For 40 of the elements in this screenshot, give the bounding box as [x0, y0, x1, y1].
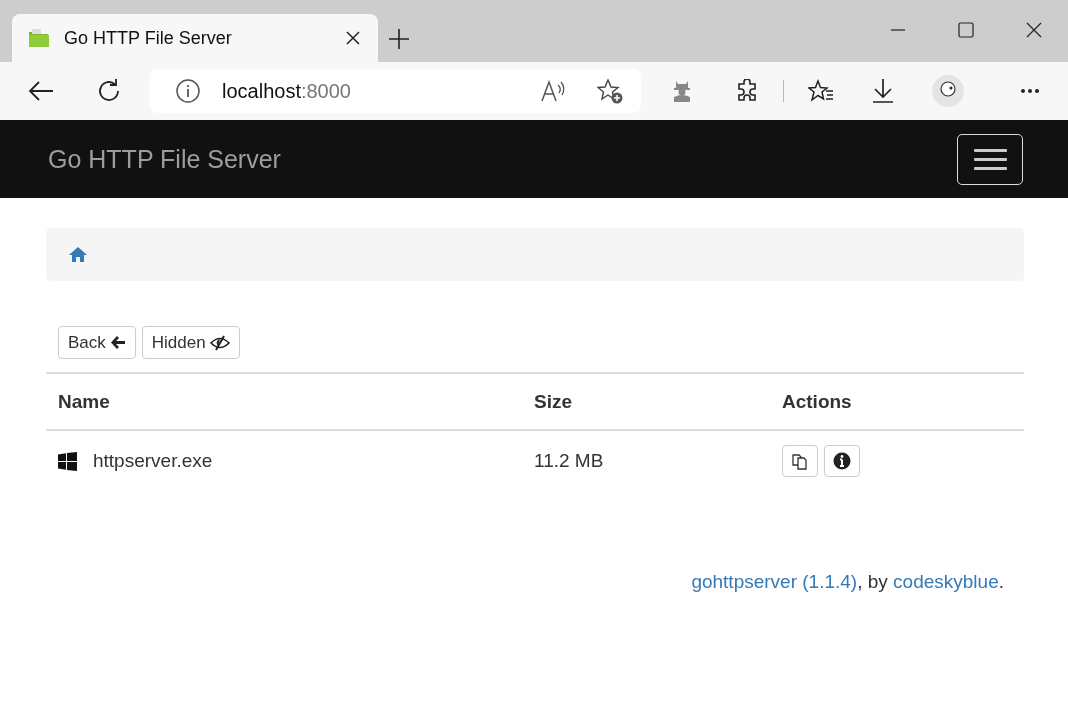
- more-icon[interactable]: [1020, 88, 1040, 94]
- brand-title[interactable]: Go HTTP File Server: [48, 144, 281, 174]
- project-link[interactable]: gohttpserver (1.1.4): [691, 571, 858, 592]
- tab-title: Go HTTP File Server: [64, 27, 233, 49]
- avatar-icon[interactable]: [932, 75, 964, 107]
- back-button[interactable]: Back: [58, 326, 136, 359]
- address-bar[interactable]: localhost:8000: [150, 69, 641, 113]
- incognito-icon[interactable]: [671, 80, 693, 102]
- url-text: localhost:8000: [222, 79, 352, 103]
- folder-icon: [28, 28, 50, 48]
- windows-icon: [58, 451, 77, 471]
- file-size: 11.2 MB: [534, 450, 604, 471]
- read-aloud-icon[interactable]: [541, 80, 567, 102]
- home-icon[interactable]: [68, 246, 88, 263]
- author-link[interactable]: codeskyblue: [893, 571, 999, 592]
- back-arrow-icon[interactable]: [28, 80, 54, 102]
- download-icon[interactable]: [872, 78, 894, 104]
- file-name[interactable]: httpserver.exe: [93, 450, 213, 472]
- maximize-icon[interactable]: [958, 22, 974, 38]
- puzzle-icon[interactable]: [735, 79, 759, 103]
- info-button[interactable]: [824, 445, 860, 477]
- favorites-icon[interactable]: [808, 79, 834, 103]
- footer-text: gohttpserver (1.1.4), by codeskyblue.: [690, 571, 1004, 593]
- close-icon[interactable]: [346, 31, 360, 45]
- copy-button[interactable]: [782, 445, 818, 477]
- eye-slash-icon: [209, 334, 230, 351]
- add-favorite-icon[interactable]: [597, 78, 623, 104]
- left-arrow-icon: [109, 335, 126, 350]
- column-header: Actions: [770, 373, 1024, 430]
- column-header: Size: [522, 373, 770, 430]
- browser-tab[interactable]: Go HTTP File Server: [12, 14, 378, 62]
- info-icon: [833, 452, 851, 470]
- info-icon[interactable]: [176, 79, 200, 103]
- menu-toggle-button[interactable]: [957, 133, 1023, 185]
- new-tab-icon[interactable]: [388, 28, 410, 50]
- refresh-icon[interactable]: [96, 78, 122, 104]
- hidden-button[interactable]: Hidden: [141, 326, 240, 359]
- close-icon[interactable]: [1026, 22, 1042, 38]
- column-header: Name: [46, 373, 522, 430]
- copy-icon: [791, 452, 809, 470]
